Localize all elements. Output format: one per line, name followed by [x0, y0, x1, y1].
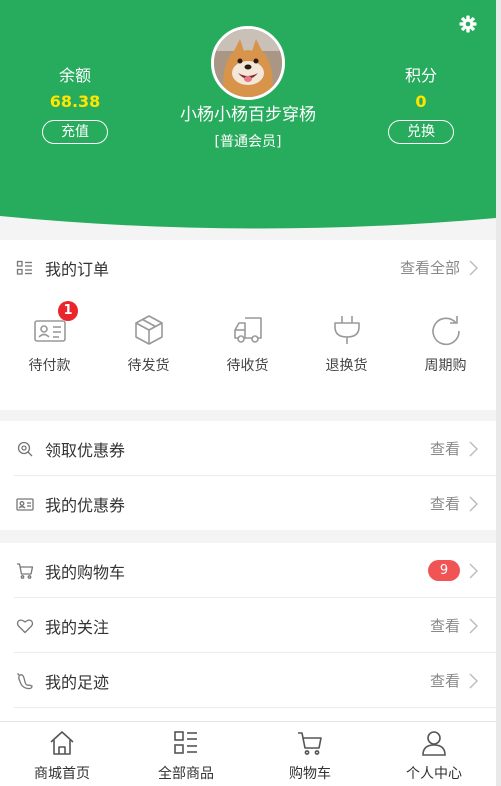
coupon-search-icon	[17, 441, 33, 456]
person-icon	[422, 731, 446, 756]
get-coupons-row[interactable]: 领取优惠券 查看	[0, 421, 496, 476]
my-coupons-row[interactable]: 我的优惠券 查看	[0, 476, 496, 531]
personal-card: 我的购物车 9 我的关注 查看 我的足迹 查看	[0, 543, 496, 721]
points-value: 0	[415, 92, 427, 111]
order-pending-payment[interactable]: 1 待付款	[0, 295, 99, 405]
member-level: [普通会员]	[214, 134, 282, 150]
dog-photo	[214, 29, 282, 97]
bottom-tab-bar: 商城首页 全部商品 购物车 个人中心	[0, 721, 496, 786]
my-footprints-label: 我的足迹	[45, 672, 110, 692]
balance-value: 68.38	[49, 92, 101, 111]
chevron-right-icon	[469, 260, 478, 275]
my-footprints-row[interactable]: 我的足迹 查看	[0, 653, 496, 708]
tab-label: 购物车	[289, 766, 331, 782]
tab-label: 全部商品	[158, 766, 214, 782]
username: 小杨小杨百步穿杨	[180, 105, 316, 125]
order-label: 周期购	[424, 358, 467, 374]
points-label: 积分	[404, 66, 437, 85]
order-list-icon	[16, 260, 32, 275]
chevron-right-icon	[469, 563, 478, 578]
view-all-orders-link[interactable]: 查看全部	[400, 257, 460, 278]
order-label: 待付款	[28, 358, 71, 374]
orders-card: 我的订单 查看全部 1 待付款 待发货 待收货 退换货 周期购	[0, 240, 496, 410]
profile-header: 余额 68.38 充值 小杨小杨百步穿杨 [普通会员] 积分 0 兑换	[0, 0, 496, 232]
refresh-icon	[432, 316, 460, 346]
home-icon	[50, 731, 74, 755]
order-pending-receipt[interactable]: 待收货	[198, 295, 297, 405]
category-icon	[174, 731, 197, 754]
tab-label: 个人中心	[406, 766, 462, 782]
orders-header-row[interactable]: 我的订单 查看全部	[0, 240, 496, 295]
cart-icon	[298, 732, 322, 755]
my-follows-row[interactable]: 我的关注 查看	[0, 598, 496, 653]
order-returns[interactable]: 退换货	[297, 295, 396, 405]
chevron-right-icon	[469, 441, 478, 456]
my-follows-view[interactable]: 查看	[430, 615, 460, 636]
settings-gear-icon[interactable]	[458, 14, 478, 34]
tab-home[interactable]: 商城首页	[0, 722, 124, 786]
tab-cart[interactable]: 购物车	[248, 722, 372, 786]
balance-label: 余额	[58, 66, 91, 85]
order-label: 待收货	[226, 358, 269, 374]
tab-profile[interactable]: 个人中心	[372, 722, 496, 786]
order-subscription[interactable]: 周期购	[396, 295, 495, 405]
orders-title: 我的订单	[45, 259, 110, 279]
get-coupons-view[interactable]: 查看	[430, 438, 460, 459]
footprint-icon	[17, 672, 33, 689]
box-icon	[135, 315, 163, 345]
heart-icon	[16, 618, 34, 633]
balance-block: 余额 68.38 充值	[30, 66, 120, 144]
order-label: 退换货	[325, 358, 368, 374]
order-label: 待发货	[127, 358, 170, 374]
tab-label: 商城首页	[34, 766, 90, 782]
get-coupons-label: 领取优惠券	[45, 440, 126, 460]
exchange-button[interactable]: 兑换	[388, 120, 454, 144]
pending-payment-badge: 1	[58, 301, 78, 321]
my-coupons-view[interactable]: 查看	[430, 493, 460, 514]
coupon-card-icon	[16, 497, 34, 511]
truck-icon	[234, 317, 262, 343]
my-cart-row[interactable]: 我的购物车 9	[0, 543, 496, 598]
order-status-row: 1 待付款 待发货 待收货 退换货 周期购	[0, 295, 496, 405]
row-divider	[14, 707, 496, 708]
chevron-right-icon	[469, 496, 478, 511]
my-follows-label: 我的关注	[45, 617, 110, 637]
my-coupons-label: 我的优惠券	[45, 495, 126, 515]
order-pending-shipment[interactable]: 待发货	[99, 295, 198, 405]
avatar[interactable]	[211, 26, 285, 100]
my-cart-label: 我的购物车	[45, 562, 126, 582]
recharge-button[interactable]: 充值	[42, 120, 108, 144]
tab-all-products[interactable]: 全部商品	[124, 722, 248, 786]
chevron-right-icon	[469, 618, 478, 633]
cart-count-badge: 9	[428, 560, 460, 581]
points-block: 积分 0 兑换	[376, 66, 466, 144]
my-footprints-view[interactable]: 查看	[430, 670, 460, 691]
plug-icon	[334, 316, 360, 344]
chevron-right-icon	[469, 673, 478, 688]
scrollbar[interactable]	[496, 0, 501, 786]
coupons-card: 领取优惠券 查看 我的优惠券 查看	[0, 421, 496, 530]
shopping-cart-icon	[17, 562, 34, 579]
